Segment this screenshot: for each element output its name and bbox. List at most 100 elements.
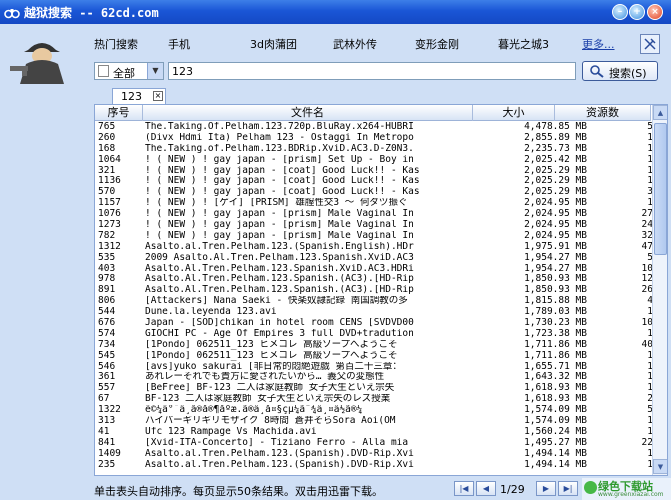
table-row[interactable]: 67 BF-123 二人は家庭教師 女子大生といえ宗失のレズ授業 1,618.93 …: [95, 394, 653, 405]
last-page-button[interactable]: ▶|: [558, 481, 578, 496]
table-row[interactable]: 361 あれレーそれでも貴方に愛されたいから… 義父の変態性 1,643.32 MB…: [95, 372, 653, 383]
close-button[interactable]: ×: [647, 4, 663, 20]
cell-filename: ! ( NEW ) ! gay japan - [prism] Male Vag…: [145, 220, 414, 231]
column-header-filename[interactable]: 文件名: [143, 105, 473, 121]
cell-index: 1273: [98, 220, 121, 231]
nav-label[interactable]: 暮光之城3: [498, 38, 549, 51]
cell-filename: 2009 Asalto.Al.Tren.Pelham.123.Spanish.X…: [145, 252, 414, 263]
cell-index: 1136: [98, 176, 121, 187]
cell-filename: Japan - [SOD]chikan in hotel room CENS […: [145, 318, 414, 329]
last-page-icon: ▶|: [563, 484, 573, 493]
next-page-button[interactable]: ▶: [536, 481, 556, 496]
table-body: 765 The.Taking.Of.Pelham.123.720p.BluRay.…: [95, 122, 653, 471]
table-row[interactable]: 806 [Attackers] Nana Saeki - 快楽奴隷記録 南国調教の…: [95, 296, 653, 307]
close-icon: ×: [651, 7, 659, 17]
cell-filename: ! ( NEW ) ! gay japan - [coat] Good Luck…: [145, 165, 420, 176]
nav-label[interactable]: 3d肉蒲团: [250, 38, 297, 51]
status-bar: 单击表头自动排序。每页显示50条结果。双击用迅雷下载。 |◀ ◀ 1/29 ▶ …: [0, 478, 671, 500]
table-row[interactable]: 1136 ! ( NEW ) ! gay japan - [coat] Good …: [95, 176, 653, 187]
column-header-size[interactable]: 大小: [473, 105, 555, 121]
table-row[interactable]: 403 Asalto.Al.Tren.Pelham.123.Spanish.Xvi…: [95, 264, 653, 275]
table-row[interactable]: 168 The.Taking.of.Pelham.123.BDRip.XviD.A…: [95, 144, 653, 155]
cell-filename: [avs]yuko sakurai [非日常的悶絶遊戯 第百二十三章：: [145, 361, 402, 372]
column-header-sources[interactable]: 资源数: [555, 105, 651, 121]
cell-sources: 1: [647, 198, 653, 209]
nav-label[interactable]: 手机: [168, 38, 190, 51]
table-row[interactable]: 734 [1Pondo] 062511_123 ヒメコレ 高級ソープへようこそ 1,…: [95, 340, 653, 351]
table-row[interactable]: 321 ! ( NEW ) ! gay japan - [coat] Good L…: [95, 165, 653, 177]
cell-index: 1064: [98, 154, 121, 165]
table-row[interactable]: 1273 ! ( NEW ) ! gay japan - [prism] Male…: [95, 220, 653, 231]
page-indicator: 1/29: [500, 483, 525, 496]
prev-page-icon: ◀: [482, 484, 490, 493]
table-row[interactable]: 765 The.Taking.Of.Pelham.123.720p.BluRay.…: [95, 122, 653, 133]
chevron-down-icon[interactable]: ▼: [147, 63, 163, 79]
cell-sources: 1: [647, 383, 653, 394]
watermark-logo-icon: [584, 481, 597, 494]
search-input[interactable]: [168, 62, 576, 80]
table-row[interactable]: 891 Asalto.Al.Tren.Pelham.123.Spanish.(AC…: [95, 285, 653, 296]
table-row[interactable]: 546 [avs]yuko sakurai [非日常的悶絶遊戯 第百二十三章： 1,…: [95, 361, 653, 373]
tab-results[interactable]: 123 ×: [112, 88, 166, 104]
watermark: 绿色下载站 www.greenxiazai.com: [582, 478, 671, 500]
table-row[interactable]: 1312 Asalto.al.Tren.Pelham.123.(Spanish.E…: [95, 242, 653, 253]
table-row[interactable]: 235 Asalto.al.Tren.Pelham.123.(Spanish).D…: [95, 460, 653, 471]
nav-label[interactable]: 武林外传: [333, 38, 377, 51]
prev-page-button[interactable]: ◀: [476, 481, 496, 496]
table-row[interactable]: 535 2009 Asalto.Al.Tren.Pelham.123.Spanis…: [95, 252, 653, 264]
table-row[interactable]: 260 (Divx Hdmi Ita) Pelham 123 - Ostaggi …: [95, 133, 653, 144]
tools-button[interactable]: [640, 34, 660, 54]
nav-hot-search[interactable]: 热门搜索: [94, 36, 138, 52]
table-row[interactable]: 545 [1Pondo] 062511_123 ヒメコレ 高級ソープへようこそ 1,…: [95, 351, 653, 362]
table-header: 序号 文件名 大小 资源数: [95, 105, 651, 121]
cell-sources: 26: [641, 285, 653, 296]
cell-index: 765: [98, 122, 116, 132]
table-row[interactable]: 313 ハイパーギリギリモザイク 8時間 蒼井そらSora Aoi(OM 1,574…: [95, 416, 653, 427]
scroll-up-icon[interactable]: ▲: [653, 105, 667, 120]
table-row[interactable]: 1076 ! ( NEW ) ! gay japan - [prism] Male…: [95, 209, 653, 220]
watermark-sub: www.greenxiazai.com: [598, 491, 664, 498]
table-row[interactable]: 544 Dune.la.leyenda 123.avi 1,789.03 MB 1: [95, 307, 653, 318]
vertical-scrollbar[interactable]: ▲ ▼: [652, 105, 667, 475]
cell-index: 1157: [98, 198, 121, 209]
cell-sources: 1: [647, 154, 653, 165]
nav-item-twilight[interactable]: 暮光之城3: [498, 36, 549, 52]
nav-more-link[interactable]: 更多...: [582, 36, 615, 52]
nav-label[interactable]: 更多...: [582, 38, 615, 51]
table-row[interactable]: 978 Asalto.Al.Tren.Pelham.123.Spanish.(AC…: [95, 274, 653, 285]
cell-filename: [BeFree] BF-123 二人は家庭教師 女子大生といえ宗失: [145, 383, 395, 394]
tab-close-icon[interactable]: ×: [153, 91, 163, 101]
nav-item-wulin[interactable]: 武林外传: [333, 36, 377, 52]
cell-filename: Asalto.Al.Tren.Pelham.123.Spanish.(AC3).…: [145, 274, 414, 285]
table-row[interactable]: 1157 ! ( NEW ) ! [ゲイ] [PRISM] 雄膣性交3 ～ 何ダヅ…: [95, 198, 653, 209]
nav-label[interactable]: 变形金刚: [415, 38, 459, 51]
cell-filename: Ufc 123 Rampage Vs Machida.avi: [145, 426, 317, 437]
table-row[interactable]: 841 [Xvid-ITA-Concerto] - Tiziano Ferro -…: [95, 438, 653, 449]
table-row[interactable]: 782 ! ( NEW ) ! gay japan - [prism] Male …: [95, 231, 653, 242]
scroll-thumb[interactable]: [654, 123, 667, 255]
nav-item-transformers[interactable]: 变形金刚: [415, 36, 459, 52]
category-select[interactable]: 全部 ▼: [94, 62, 164, 80]
table-row[interactable]: 41 Ufc 123 Rampage Vs Machida.avi 1,560.24…: [95, 426, 653, 438]
minimize-button[interactable]: –: [612, 4, 628, 20]
cell-index: 570: [98, 187, 116, 198]
first-page-button[interactable]: |◀: [454, 481, 474, 496]
table-row[interactable]: 570 ! ( NEW ) ! gay japan - [coat] Good L…: [95, 187, 653, 198]
cell-index: 1409: [98, 448, 121, 459]
cell-index: 574: [98, 328, 116, 339]
scroll-down-icon[interactable]: ▼: [653, 459, 667, 474]
search-button[interactable]: 搜索(S): [582, 61, 658, 81]
column-header-index[interactable]: 序号: [95, 105, 143, 121]
table-row[interactable]: 1322 ê©¼ä°¯ä¸ã®å®¶åº­æ.ã®ä¸å¤§çµ¼ã¨¾ä¸¤ä½…: [95, 405, 653, 416]
table-row[interactable]: 574 GIOCHI PC - Age Of Empires 3 full DVD…: [95, 328, 653, 340]
nav-label[interactable]: 热门搜索: [94, 38, 138, 51]
nav-item-phone[interactable]: 手机: [168, 36, 190, 52]
table-row[interactable]: 1064 ! ( NEW ) ! gay japan - [prism] Set …: [95, 154, 653, 166]
nav-item-3d[interactable]: 3d肉蒲团: [250, 36, 297, 52]
cell-sources: 1: [647, 448, 653, 459]
table-row[interactable]: 557 [BeFree] BF-123 二人は家庭教師 女子大生といえ宗失 1,61…: [95, 383, 653, 394]
cell-filename: BF-123 二人は家庭教師 女子大生といえ宗失のレズ授業: [145, 394, 391, 405]
table-row[interactable]: 1409 Asalto.al.Tren.Pelham.123.(Spanish).…: [95, 448, 653, 460]
maximize-button[interactable]: +: [629, 4, 645, 20]
table-row[interactable]: 676 Japan - [SOD]chikan in hotel room CEN…: [95, 318, 653, 329]
